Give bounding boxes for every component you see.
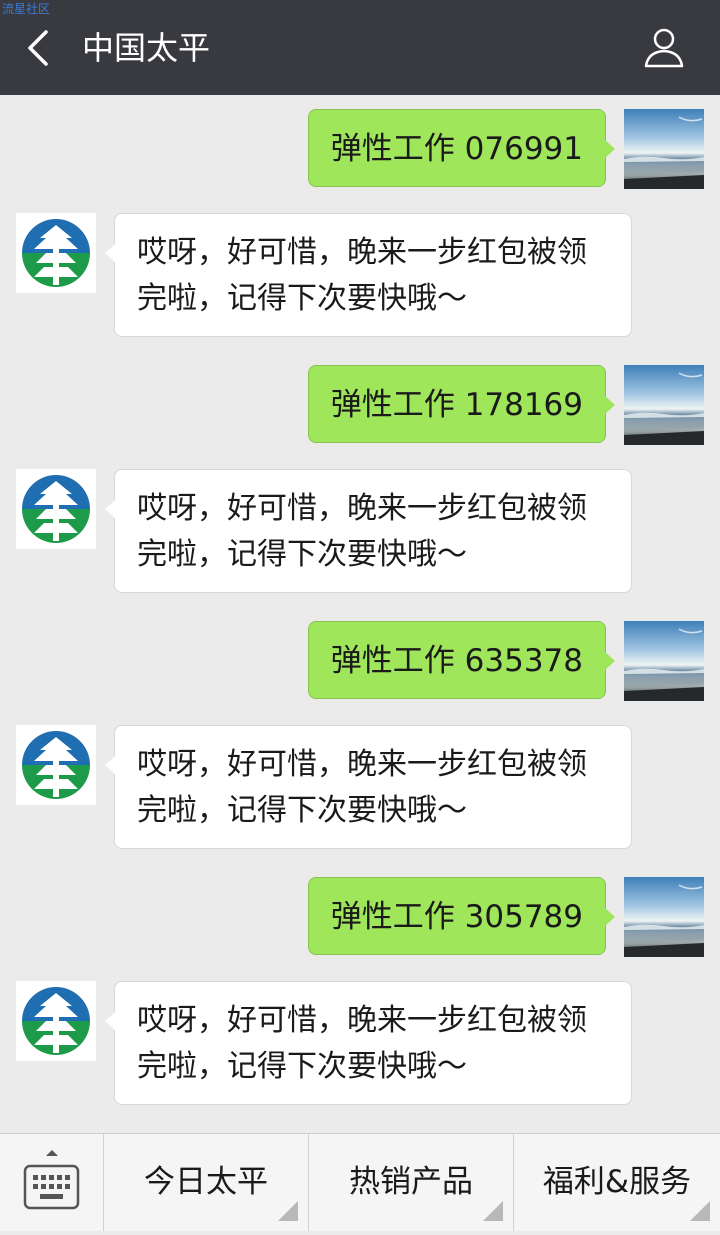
menu-label: 福利&服务 — [542, 1164, 692, 1200]
reply-line-2: 完啦，记得下次要快哦～ — [137, 1049, 467, 1084]
person-icon — [644, 28, 684, 68]
menu-label: 今日太平 — [144, 1164, 268, 1200]
taiping-tree-logo — [22, 987, 90, 1055]
back-button[interactable] — [22, 28, 58, 68]
outgoing-message-bubble[interactable]: 弹性工作 305789 — [307, 877, 616, 955]
official-account-avatar[interactable] — [16, 725, 96, 805]
menu-today-taiping[interactable]: 今日太平 — [104, 1134, 309, 1231]
official-account-avatar[interactable] — [16, 981, 96, 1061]
reply-line-1: 哎呀，好可惜，晚来一步红包被领 — [137, 235, 587, 270]
reply-line-2: 完啦，记得下次要快哦～ — [137, 537, 467, 572]
chevron-left-icon — [28, 30, 48, 66]
keyboard-toggle-button[interactable] — [0, 1134, 104, 1231]
reply-line-2: 完啦，记得下次要快哦～ — [137, 793, 467, 828]
profile-button[interactable] — [642, 26, 686, 70]
menu-hot-products[interactable]: 热销产品 — [309, 1134, 514, 1231]
watermark-text: 流星社区 — [2, 2, 51, 16]
official-account-avatar[interactable] — [16, 469, 96, 549]
top-navigation-bar: 中国太平 — [0, 0, 720, 95]
keyboard-icon — [23, 1150, 80, 1210]
reply-line-1: 哎呀，好可惜，晚来一步红包被领 — [137, 491, 587, 526]
incoming-message-bubble[interactable]: 哎呀，好可惜，晚来一步红包被领 完啦，记得下次要快哦～ — [105, 213, 632, 337]
incoming-message-bubble[interactable]: 哎呀，好可惜，晚来一步红包被领 完啦，记得下次要快哦～ — [105, 725, 632, 849]
seascape-avatar-image — [624, 877, 704, 957]
taiping-tree-logo — [22, 475, 90, 543]
submenu-corner-icon — [483, 1201, 503, 1221]
incoming-message-bubble[interactable]: 哎呀，好可惜，晚来一步红包被领 完啦，记得下次要快哦～ — [105, 469, 632, 593]
outgoing-message-bubble[interactable]: 弹性工作 178169 — [307, 365, 616, 443]
outgoing-message-bubble[interactable]: 弹性工作 076991 — [307, 109, 616, 187]
incoming-message-bubble[interactable]: 哎呀，好可惜，晚来一步红包被领 完啦，记得下次要快哦～ — [105, 981, 632, 1105]
reply-line-1: 哎呀，好可惜，晚来一步红包被领 — [137, 747, 587, 782]
user-avatar[interactable] — [624, 621, 704, 701]
seascape-avatar-image — [624, 621, 704, 701]
seascape-avatar-image — [624, 365, 704, 445]
reply-line-2: 完啦，记得下次要快哦～ — [137, 281, 467, 316]
user-avatar[interactable] — [624, 365, 704, 445]
page-title: 中国太平 — [82, 29, 211, 67]
submenu-corner-icon — [690, 1201, 710, 1221]
seascape-avatar-image — [624, 109, 704, 189]
outgoing-message-bubble[interactable]: 弹性工作 635378 — [307, 621, 616, 699]
official-account-avatar[interactable] — [16, 213, 96, 293]
taiping-tree-logo — [22, 731, 90, 799]
menu-benefits-services[interactable]: 福利&服务 — [514, 1134, 720, 1231]
user-avatar[interactable] — [624, 109, 704, 189]
menu-label: 热销产品 — [349, 1164, 473, 1200]
taiping-tree-logo — [22, 219, 90, 287]
reply-line-1: 哎呀，好可惜，晚来一步红包被领 — [137, 1003, 587, 1038]
submenu-corner-icon — [278, 1201, 298, 1221]
user-avatar[interactable] — [624, 877, 704, 957]
bottom-menu-bar: 今日太平 热销产品 福利&服务 — [0, 1133, 720, 1231]
